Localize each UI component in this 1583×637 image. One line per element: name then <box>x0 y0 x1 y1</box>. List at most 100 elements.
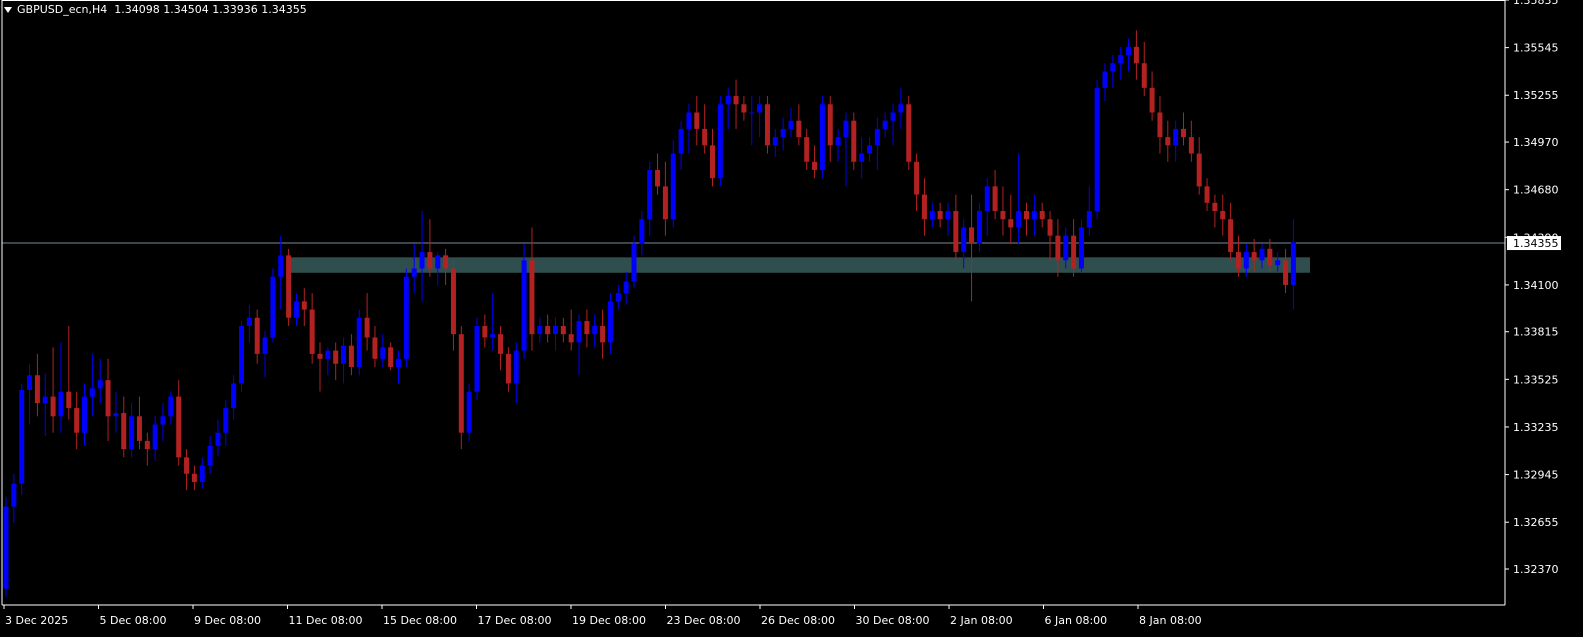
candle <box>1016 153 1022 244</box>
candle <box>843 112 849 187</box>
candle-body <box>176 396 182 458</box>
candle-body <box>1071 235 1077 269</box>
candle-body <box>764 104 770 146</box>
candle <box>482 314 488 348</box>
candle-body <box>254 317 260 354</box>
candle <box>929 202 935 228</box>
candle-body <box>882 120 888 129</box>
support-zone[interactable] <box>288 257 1310 273</box>
candle-body <box>152 424 158 450</box>
candle-body <box>443 255 449 269</box>
candle <box>1094 79 1100 220</box>
candle-body <box>859 153 865 162</box>
candle <box>1039 202 1045 228</box>
y-tick-label: 1.32945 <box>1513 469 1559 482</box>
candle-body <box>19 390 25 484</box>
candle <box>568 309 574 351</box>
candle <box>670 140 676 228</box>
candle <box>1126 38 1132 72</box>
candle-body <box>874 128 880 146</box>
candle-body <box>207 445 213 466</box>
candle <box>710 128 715 187</box>
candle <box>380 334 386 368</box>
candle-body <box>372 337 378 359</box>
candle-body <box>1196 153 1202 187</box>
candle-body <box>929 211 935 220</box>
candle-body <box>325 350 331 359</box>
candle-body <box>341 345 347 364</box>
candle-body <box>364 317 370 338</box>
candle <box>74 391 80 450</box>
candle-body <box>1290 242 1296 285</box>
candle-body <box>348 345 354 368</box>
candle <box>498 325 504 371</box>
candle-body <box>772 137 778 146</box>
candle-body <box>1094 87 1100 212</box>
candle <box>231 375 237 420</box>
candle-body <box>74 408 80 433</box>
candle-body <box>686 112 692 129</box>
candle <box>694 96 700 146</box>
candle <box>34 353 40 417</box>
candle <box>144 432 150 466</box>
candle <box>992 169 998 220</box>
candle-body <box>788 120 794 129</box>
x-tick-label: 6 Jan 08:00 <box>1045 614 1108 627</box>
candle <box>1165 120 1171 162</box>
price-chart[interactable]: 1.35835 1.35545 1.35255 1.34970 1.34680 1.343… <box>0 0 1583 637</box>
candle-body <box>184 457 190 474</box>
candle <box>1141 41 1147 97</box>
candle-body <box>1039 211 1045 220</box>
candle-body <box>529 260 535 335</box>
candle-body <box>1251 252 1257 261</box>
candle <box>121 396 127 458</box>
candle <box>1031 194 1037 236</box>
candle <box>882 112 888 138</box>
candle <box>780 117 786 151</box>
candle <box>50 347 56 433</box>
candle <box>725 87 731 129</box>
x-tick-label: 19 Dec 08:00 <box>572 614 646 627</box>
candle-body <box>678 128 684 154</box>
candle-body <box>741 104 747 113</box>
candle-body <box>655 169 661 187</box>
x-tick-label: 30 Dec 08:00 <box>856 614 930 627</box>
candle <box>97 358 103 404</box>
candle-body <box>937 211 943 220</box>
candle-body <box>749 112 755 114</box>
candle-body <box>1126 46 1132 56</box>
candle <box>105 358 111 441</box>
candle <box>1212 194 1218 228</box>
candle <box>11 473 17 524</box>
y-tick-label: 1.33815 <box>1513 326 1559 339</box>
candle <box>474 317 480 400</box>
candle <box>914 153 920 212</box>
candle <box>466 383 472 441</box>
candle <box>521 243 527 359</box>
candle-body <box>1102 71 1108 88</box>
candle <box>223 399 229 446</box>
candle-body <box>1204 186 1210 203</box>
candle <box>1290 219 1296 310</box>
candle-body <box>560 325 566 335</box>
candle-body <box>490 334 496 338</box>
candle-body <box>623 281 629 294</box>
candle-body <box>607 301 613 343</box>
candle-body <box>725 96 731 105</box>
candle-body <box>1055 235 1061 261</box>
candle <box>788 107 794 138</box>
candle-body <box>1008 219 1014 228</box>
candle <box>262 330 268 377</box>
candle-body <box>1031 211 1037 220</box>
candle-body <box>843 120 849 138</box>
current-price-label: 1.34355 <box>1513 237 1559 250</box>
candle <box>859 137 865 179</box>
candle <box>89 353 95 417</box>
candle-body <box>89 388 95 397</box>
candle <box>364 293 370 351</box>
candle-body <box>662 186 668 220</box>
candle <box>639 211 645 256</box>
candle <box>505 347 511 392</box>
candle <box>1133 30 1139 80</box>
candle-body <box>388 347 394 368</box>
